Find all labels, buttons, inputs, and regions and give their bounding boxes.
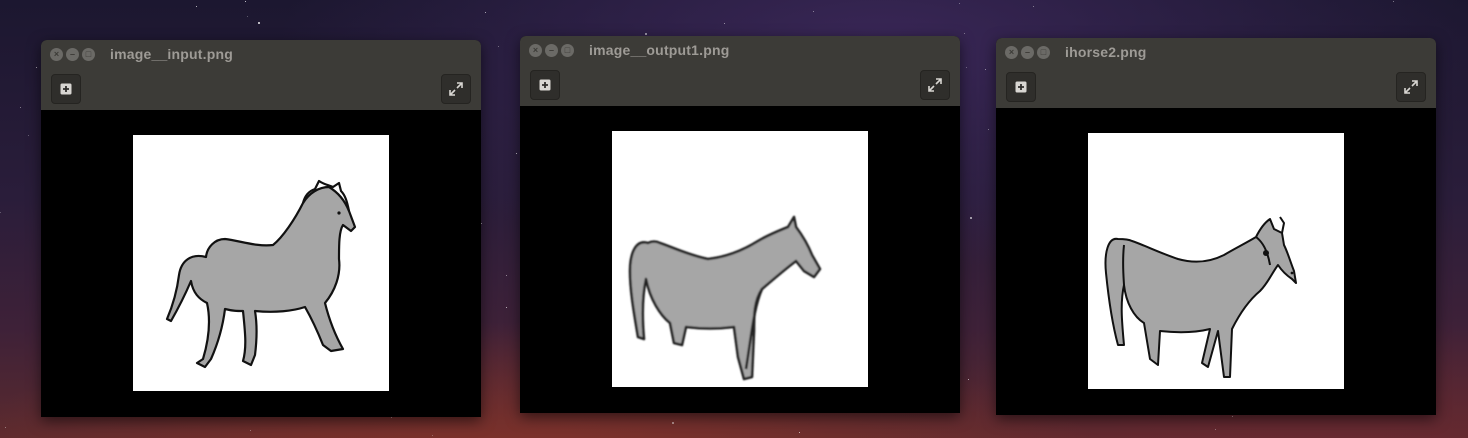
image-viewer-window-output1[interactable]: × – □ image__output1.png — [520, 36, 960, 413]
window-titlebar[interactable]: × – □ ihorse2.png — [996, 38, 1436, 66]
star — [196, 5, 198, 7]
viewer-toolbar — [996, 66, 1436, 109]
plus-square-icon — [539, 79, 551, 91]
star — [28, 135, 30, 137]
image-canvas — [41, 110, 481, 417]
star — [484, 11, 486, 13]
displayed-image — [1088, 133, 1344, 389]
window-title: image__input.png — [110, 46, 233, 62]
star — [0, 212, 2, 214]
star — [498, 45, 500, 47]
displayed-image — [133, 135, 389, 391]
minimize-button[interactable]: – — [1021, 45, 1034, 59]
star — [970, 217, 973, 220]
star — [505, 274, 507, 276]
horse-drawing — [628, 215, 822, 381]
star — [672, 421, 675, 424]
add-button[interactable] — [530, 70, 560, 100]
star — [506, 306, 508, 308]
star — [245, 1, 247, 3]
maximize-button[interactable]: □ — [82, 47, 95, 61]
star — [249, 429, 251, 431]
star — [985, 68, 987, 70]
window-title: ihorse2.png — [1065, 44, 1147, 60]
add-button[interactable] — [51, 74, 81, 104]
horse-drawing — [165, 179, 357, 369]
horse-drawing — [1104, 216, 1297, 378]
close-button[interactable]: × — [1005, 45, 1018, 59]
fullscreen-button[interactable] — [920, 70, 950, 100]
image-viewer-window-ihorse2[interactable]: × – □ ihorse2.png — [996, 38, 1436, 415]
fullscreen-button[interactable] — [1396, 72, 1426, 102]
close-button[interactable]: × — [50, 47, 63, 61]
close-button[interactable]: × — [529, 43, 542, 57]
star — [35, 67, 37, 69]
star — [431, 435, 433, 437]
star — [724, 22, 726, 24]
expand-icon — [1404, 80, 1418, 94]
star — [988, 128, 990, 130]
add-button[interactable] — [1006, 72, 1036, 102]
star — [5, 426, 7, 428]
star — [812, 10, 814, 12]
star — [1214, 429, 1216, 431]
star — [959, 3, 961, 5]
star — [968, 379, 970, 381]
star — [1032, 6, 1034, 8]
window-titlebar[interactable]: × – □ image__output1.png — [520, 36, 960, 64]
image-viewer-window-input[interactable]: × – □ image__input.png — [41, 40, 481, 417]
star — [515, 152, 517, 154]
expand-icon — [449, 82, 463, 96]
window-titlebar[interactable]: × – □ image__input.png — [41, 40, 481, 68]
image-canvas — [520, 106, 960, 413]
star — [247, 16, 249, 18]
image-canvas — [996, 108, 1436, 415]
window-title: image__output1.png — [589, 42, 730, 58]
star — [965, 67, 967, 69]
star — [1231, 415, 1233, 417]
fullscreen-button[interactable] — [441, 74, 471, 104]
star — [963, 33, 965, 35]
minimize-button[interactable]: – — [545, 43, 558, 57]
viewer-toolbar — [520, 64, 960, 107]
minimize-button[interactable]: – — [66, 47, 79, 61]
plus-square-icon — [1015, 81, 1027, 93]
star — [1392, 0, 1394, 2]
plus-square-icon — [60, 83, 72, 95]
viewer-toolbar — [41, 68, 481, 111]
star — [19, 106, 21, 108]
star — [799, 431, 801, 433]
star — [645, 32, 648, 35]
star — [258, 21, 261, 24]
star — [391, 417, 392, 418]
maximize-button[interactable]: □ — [1037, 45, 1050, 59]
expand-icon — [928, 78, 942, 92]
displayed-image — [612, 131, 868, 387]
maximize-button[interactable]: □ — [561, 43, 574, 57]
